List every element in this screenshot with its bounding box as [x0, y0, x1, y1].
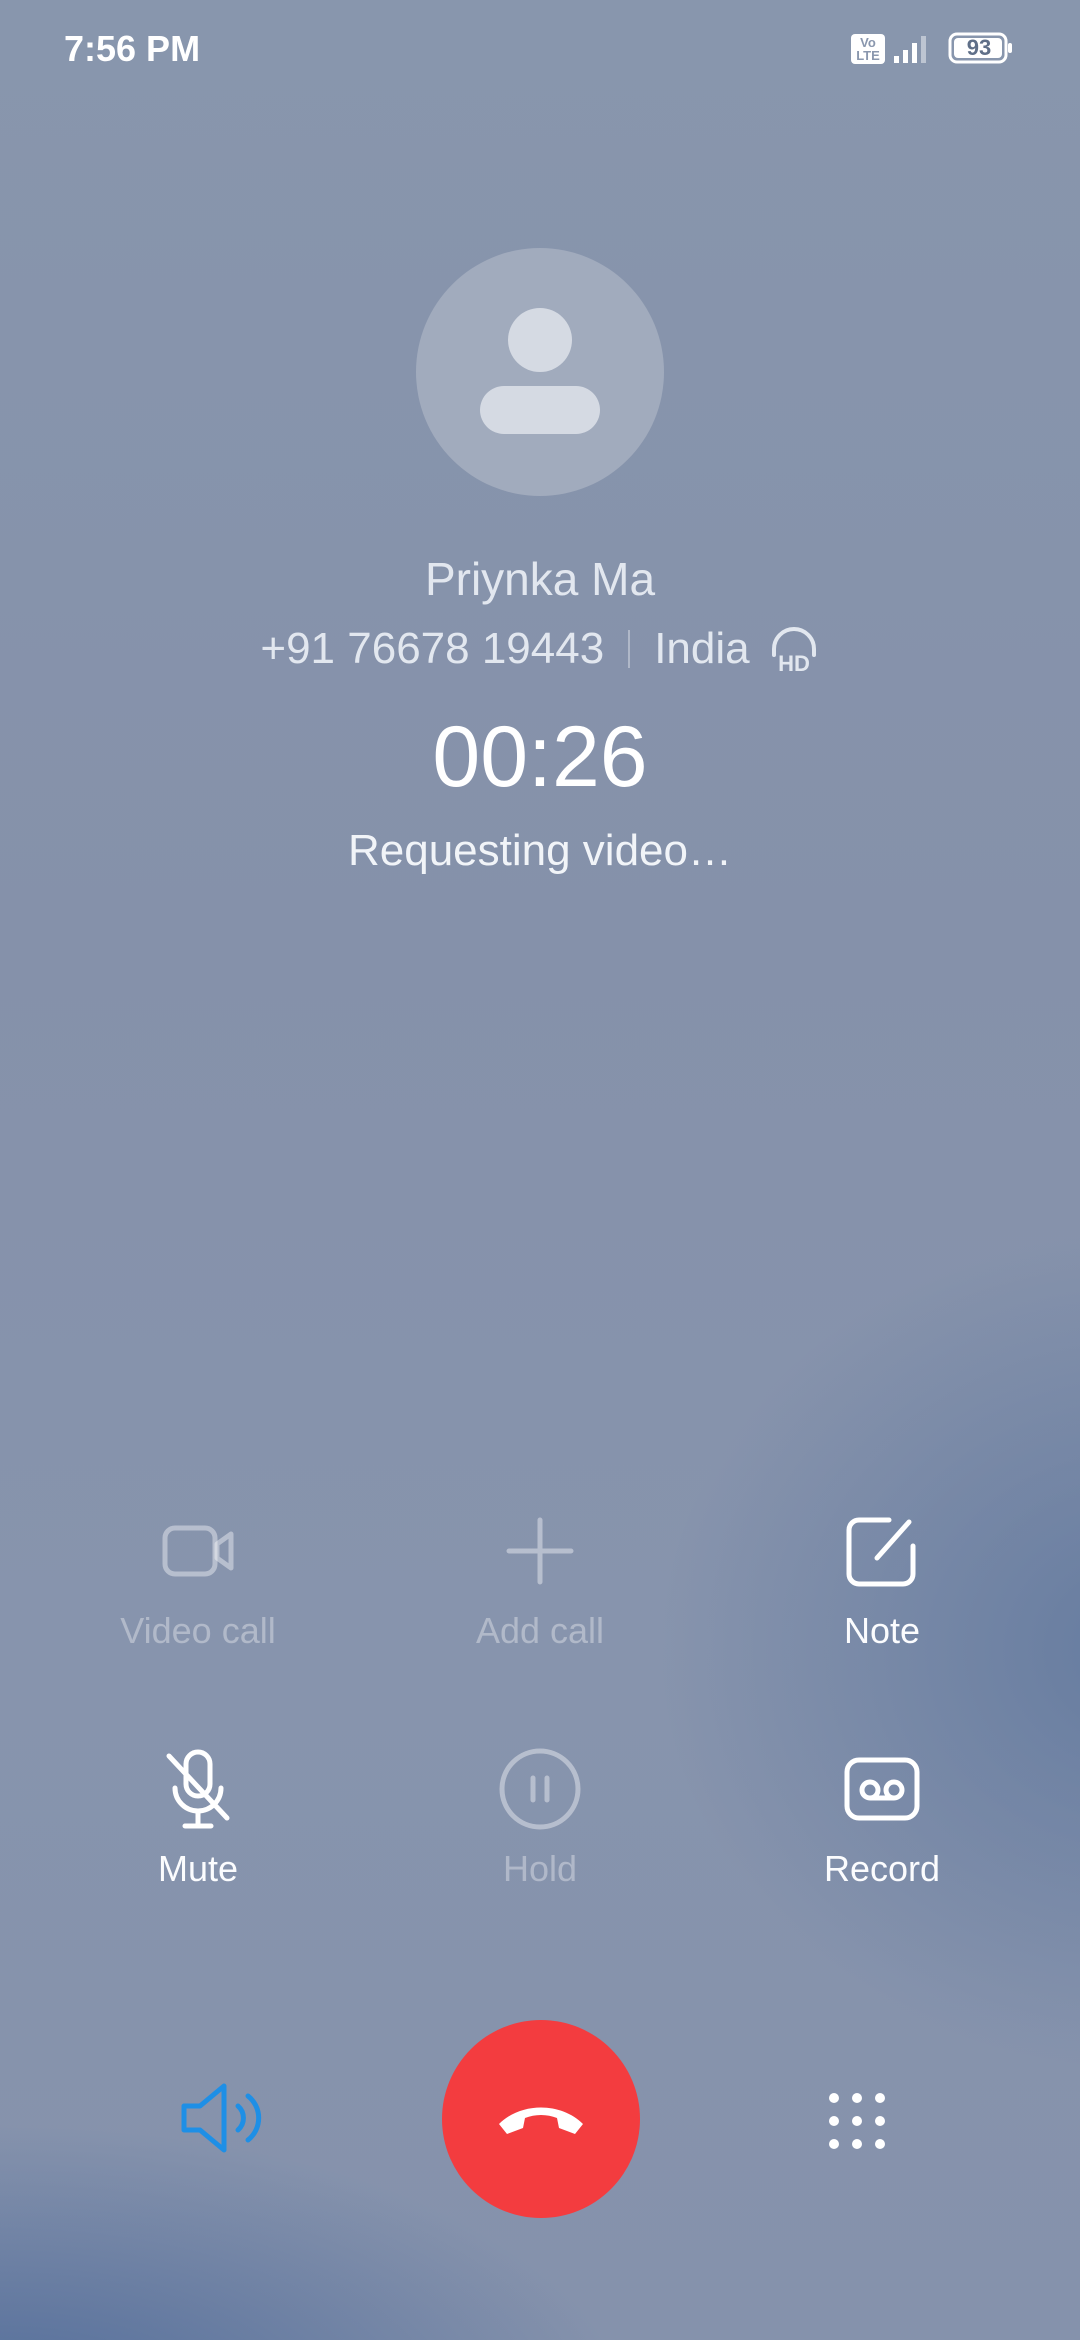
- volte-icon: Vo LTE: [851, 34, 885, 64]
- end-call-button[interactable]: [442, 2020, 640, 2218]
- phone-hangup-icon: [499, 2107, 583, 2134]
- hold-label: Hold: [502, 1848, 578, 1889]
- person-icon: [480, 308, 600, 434]
- contact-name: Priynka Ma: [424, 553, 656, 605]
- pause-icon: [499, 1748, 581, 1830]
- battery-level: 93: [966, 35, 992, 60]
- mute-button[interactable]: Mute: [68, 1744, 328, 1890]
- record-label: Record: [823, 1848, 941, 1889]
- speaker-icon[interactable]: [178, 2078, 270, 2158]
- divider: [628, 630, 631, 668]
- add-call-button[interactable]: Add call: [410, 1506, 670, 1652]
- signal-icon: [894, 36, 926, 63]
- contact-region: India: [654, 624, 750, 673]
- status-time: 7:56 PM: [64, 28, 201, 69]
- microphone-off-icon: [166, 1749, 230, 1829]
- note-button[interactable]: Note: [752, 1506, 1012, 1652]
- note-label: Note: [843, 1610, 921, 1651]
- video-call-button[interactable]: Video call: [68, 1506, 328, 1652]
- record-button[interactable]: Record: [752, 1744, 1012, 1890]
- note-edit-icon: [846, 1517, 916, 1587]
- video-camera-icon: [162, 1525, 234, 1577]
- avatar: [416, 248, 664, 496]
- call-timer: 00:26: [432, 709, 648, 805]
- hold-button[interactable]: Hold: [410, 1744, 670, 1890]
- hd-voice-icon: HD: [771, 627, 816, 673]
- add-call-label: Add call: [475, 1610, 605, 1651]
- svg-text:HD: HD: [778, 651, 810, 673]
- call-status: Requesting video…: [347, 826, 732, 875]
- mute-label: Mute: [157, 1848, 239, 1889]
- record-tape-icon: [844, 1757, 920, 1821]
- contact-number: +91 76678 19443: [260, 624, 605, 673]
- video-call-label: Video call: [120, 1610, 276, 1651]
- dialpad-icon[interactable]: [826, 2090, 888, 2152]
- contact-details: +91 76678 19443 India HD: [0, 624, 1080, 674]
- plus-icon: [506, 1517, 574, 1585]
